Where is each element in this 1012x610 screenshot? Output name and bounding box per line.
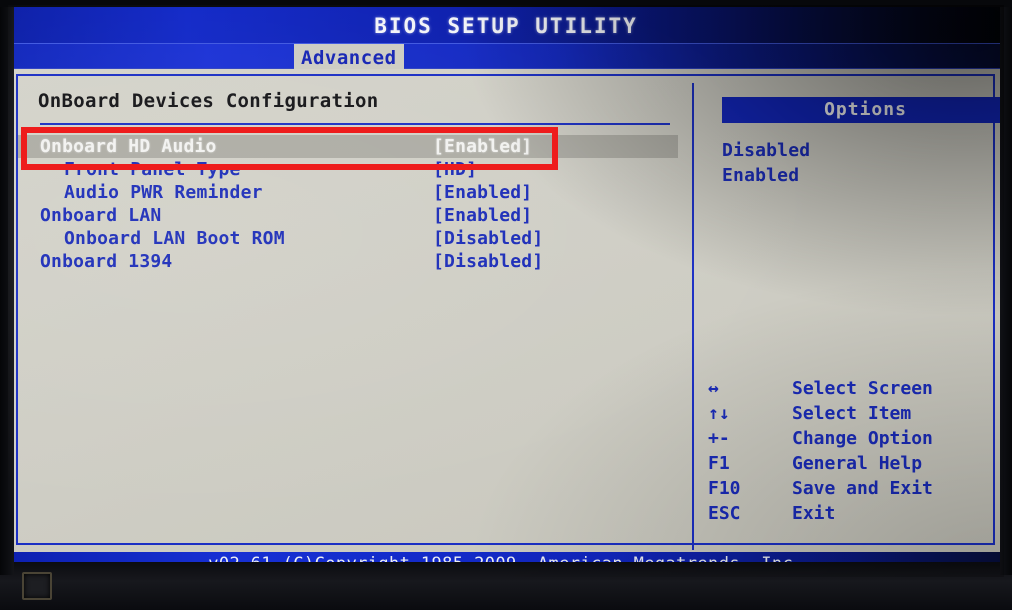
option-item-enabled[interactable]: Enabled	[722, 163, 810, 188]
options-list: Disabled Enabled	[722, 138, 810, 188]
legend-label: Change Option	[792, 428, 933, 449]
up-down-arrow-icon: ↑↓	[708, 403, 730, 424]
setting-label: Onboard LAN	[40, 205, 162, 226]
left-right-arrow-icon: ↔	[708, 378, 719, 399]
option-item-disabled[interactable]: Disabled	[722, 138, 810, 163]
setting-label: Onboard HD Audio	[40, 136, 217, 157]
setting-row-audio-pwr-reminder[interactable]: Audio PWR Reminder [Enabled]	[18, 181, 678, 204]
legend-label: Save and Exit	[792, 478, 933, 499]
setting-value[interactable]: [Enabled]	[433, 135, 532, 158]
tab-advanced[interactable]: Advanced	[294, 44, 404, 70]
section-title: OnBoard Devices Configuration	[38, 90, 379, 112]
setting-label: Front Panel Type	[64, 159, 241, 180]
legend-label: Select Screen	[792, 378, 933, 399]
f1-key-icon: F1	[708, 453, 730, 474]
monitor-bezel-left	[0, 0, 14, 575]
setting-value[interactable]: [Disabled]	[433, 250, 543, 273]
f10-key-icon: F10	[708, 478, 741, 499]
setting-row-front-panel-type[interactable]: Front Panel Type [HD]	[18, 158, 678, 181]
setting-value[interactable]: [HD]	[433, 158, 477, 181]
legend-label: Exit	[792, 503, 836, 524]
photograph-of-monitor: BIOS SETUP UTILITY Advanced OnBoard Devi…	[0, 0, 1012, 610]
setting-value[interactable]: [Enabled]	[433, 204, 532, 227]
setting-label: Onboard 1394	[40, 251, 173, 272]
legend-label: Select Item	[792, 403, 912, 424]
monitor-bezel-top	[0, 0, 1012, 7]
plus-minus-icon: +-	[708, 428, 730, 449]
setting-label: Audio PWR Reminder	[64, 182, 263, 203]
esc-key-icon: ESC	[708, 503, 741, 524]
monitor-bezel-right	[1000, 0, 1012, 575]
page-title: BIOS SETUP UTILITY	[374, 14, 638, 38]
options-panel-title: Options	[722, 97, 1004, 123]
content-frame: OnBoard Devices Configuration Onboard HD…	[16, 74, 1004, 550]
legend-label: General Help	[792, 453, 923, 474]
monitor-bezel-bottom	[0, 562, 1012, 610]
options-panel: Options Disabled Enabled ↔ Select Screen…	[694, 76, 1004, 543]
setting-value[interactable]: [Disabled]	[433, 227, 543, 250]
settings-list: Onboard HD Audio [Enabled] Front Panel T…	[18, 135, 678, 273]
setting-row-onboard-lan-boot-rom[interactable]: Onboard LAN Boot ROM [Disabled]	[18, 227, 678, 250]
bios-screen: BIOS SETUP UTILITY Advanced OnBoard Devi…	[8, 5, 1004, 577]
setting-value[interactable]: [Enabled]	[433, 181, 532, 204]
setting-row-onboard-hd-audio[interactable]: Onboard HD Audio [Enabled]	[18, 135, 678, 158]
title-bar: BIOS SETUP UTILITY	[8, 5, 1004, 43]
menu-bar[interactable]: Advanced	[8, 43, 1004, 70]
setting-label: Onboard LAN Boot ROM	[64, 228, 285, 249]
section-divider	[40, 123, 670, 125]
page-body: OnBoard Devices Configuration Onboard HD…	[8, 69, 1004, 552]
setting-row-onboard-lan[interactable]: Onboard LAN [Enabled]	[18, 204, 678, 227]
setting-row-onboard-1394[interactable]: Onboard 1394 [Disabled]	[18, 250, 678, 273]
monitor-power-button[interactable]	[22, 572, 52, 600]
